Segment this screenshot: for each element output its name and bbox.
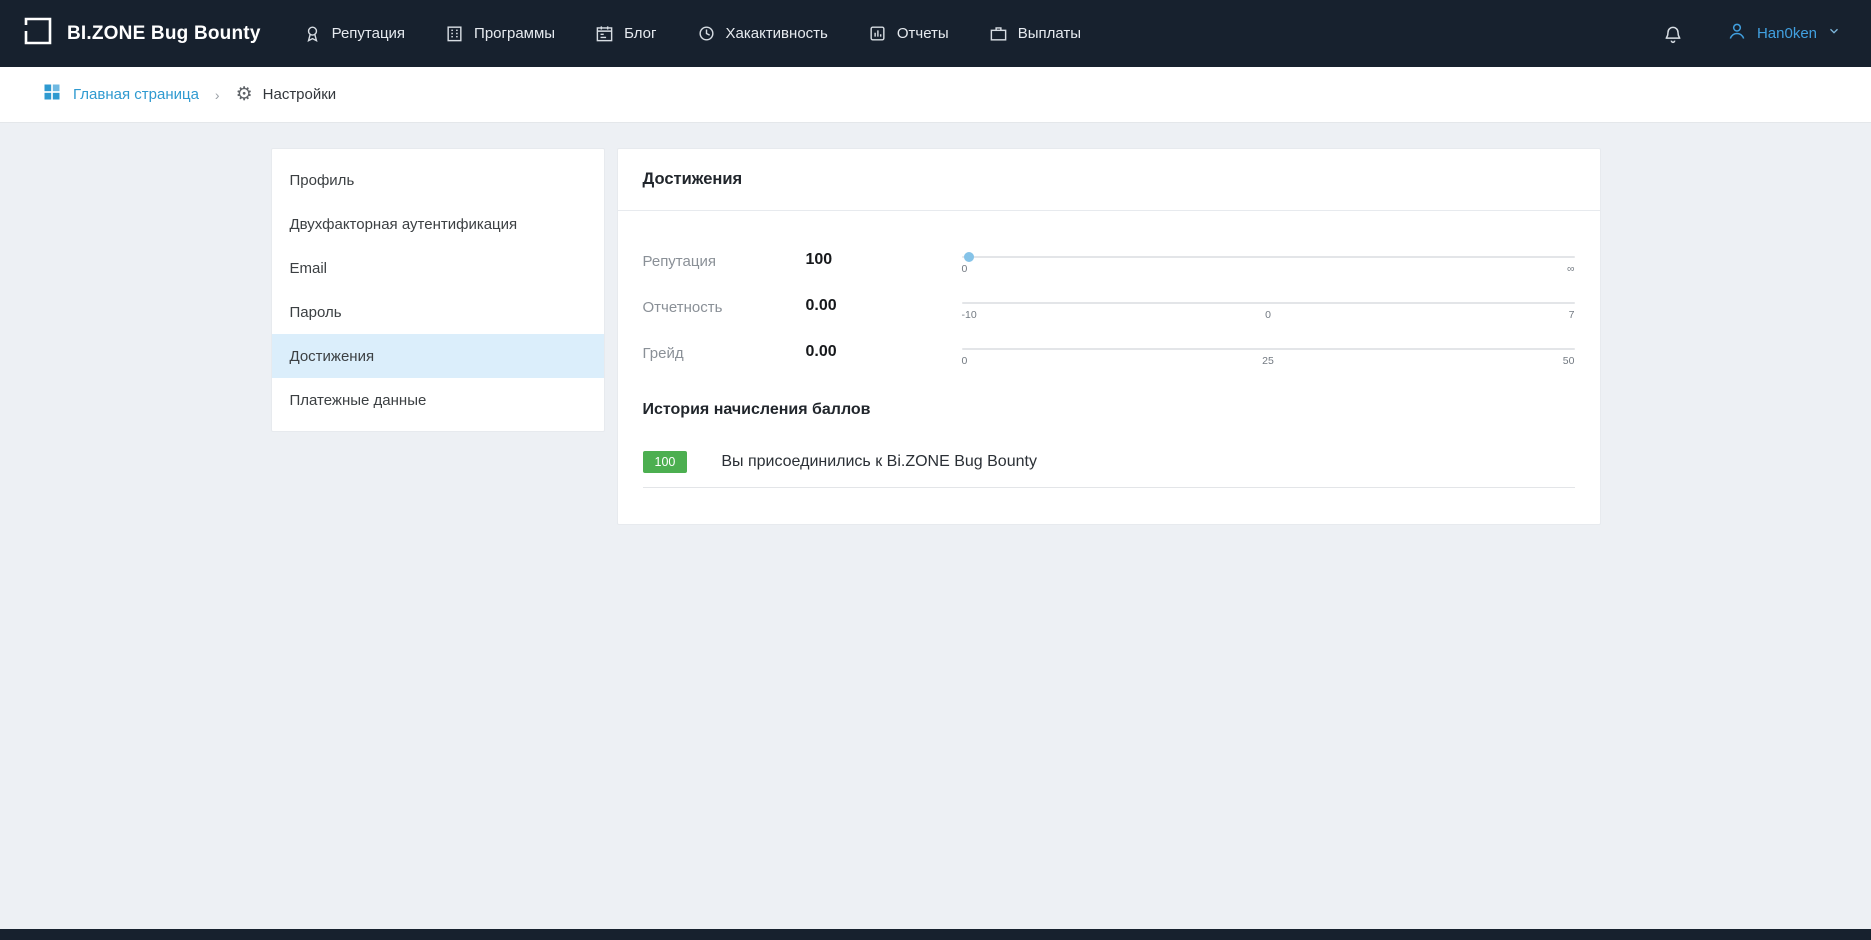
- navbar-right: Han0ken: [1663, 21, 1841, 46]
- metric-value: 0.00: [806, 297, 962, 315]
- sidebar-item-achievements[interactable]: Достижения: [272, 334, 604, 378]
- metric-label: Репутация: [643, 251, 806, 270]
- nav-item-blog[interactable]: Блог: [595, 24, 656, 43]
- sidebar-item-2fa[interactable]: Двухфакторная аутентификация: [272, 202, 604, 246]
- scale-min: 0: [962, 355, 1166, 367]
- reporting-slider: -10 0 7: [962, 297, 1575, 321]
- username: Han0ken: [1757, 25, 1817, 42]
- slider-scale: 0 25 50: [962, 355, 1575, 367]
- points-badge: 100: [643, 451, 688, 473]
- slider-track: [962, 256, 1575, 258]
- programs-icon: [445, 24, 464, 43]
- settings-sidebar: Профиль Двухфакторная аутентификация Ema…: [271, 148, 605, 432]
- metric-value: 100: [806, 251, 962, 269]
- metric-value: 0.00: [806, 343, 962, 361]
- reports-icon: [868, 24, 887, 43]
- breadcrumb-current: ⚙ Настройки: [236, 85, 337, 104]
- footer-strip: [0, 929, 1871, 940]
- chevron-down-icon: [1827, 24, 1841, 43]
- breadcrumb-current-label: Настройки: [263, 86, 337, 103]
- metric-row-reporting: Отчетность 0.00 -10 0 7: [643, 297, 1575, 321]
- metric-label: Отчетность: [643, 297, 806, 316]
- breadcrumb-home-label: Главная страница: [73, 86, 199, 103]
- history-row: 100 Вы присоединились к Bi.ZONE Bug Boun…: [643, 451, 1575, 488]
- reputation-icon: [303, 24, 322, 43]
- slider-handle: [964, 252, 974, 262]
- nav-label: Хакактивность: [726, 25, 828, 42]
- slider-track: [962, 348, 1575, 350]
- scale-min: 0: [962, 263, 1166, 275]
- sidebar-item-email[interactable]: Email: [272, 246, 604, 290]
- nav-label: Отчеты: [897, 25, 949, 42]
- nav-item-reports[interactable]: Отчеты: [868, 24, 949, 43]
- nav-item-activity[interactable]: Хакактивность: [697, 24, 828, 43]
- history-title: История начисления баллов: [643, 401, 1575, 419]
- breadcrumb-home-link[interactable]: Главная страница: [42, 82, 199, 107]
- slider-scale: 0 ∞: [962, 263, 1575, 275]
- sidebar-item-password[interactable]: Пароль: [272, 290, 604, 334]
- metric-row-reputation: Репутация 100 0 ∞: [643, 251, 1575, 275]
- sidebar-item-payment-data[interactable]: Платежные данные: [272, 378, 604, 422]
- scale-max: 7: [1370, 309, 1574, 321]
- brand[interactable]: BI.ZONE Bug Bounty: [22, 15, 261, 52]
- nav-label: Выплаты: [1018, 25, 1081, 42]
- achievements-panel: Достижения Репутация 100 0 ∞: [617, 148, 1601, 525]
- scale-max: ∞: [1370, 263, 1574, 275]
- home-grid-icon: [42, 82, 62, 107]
- nav-item-programs[interactable]: Программы: [445, 24, 555, 43]
- main-nav: Репутация Программы Блог: [303, 24, 1081, 43]
- scale-mid: [1166, 263, 1370, 275]
- scale-mid: 0: [1166, 309, 1370, 321]
- settings-content: Профиль Двухфакторная аутентификация Ema…: [271, 148, 1601, 525]
- metric-label: Грейд: [643, 343, 806, 362]
- slider-track: [962, 302, 1575, 304]
- history-text: Вы присоединились к Bi.ZONE Bug Bounty: [721, 453, 1037, 471]
- nav-label: Блог: [624, 25, 656, 42]
- brand-title: BI.ZONE Bug Bounty: [67, 23, 261, 45]
- nav-label: Репутация: [332, 25, 405, 42]
- scale-max: 50: [1370, 355, 1574, 367]
- scale-mid: 25: [1166, 355, 1370, 367]
- activity-icon: [697, 24, 716, 43]
- breadcrumb: Главная страница › ⚙ Настройки: [0, 67, 1871, 123]
- notifications-bell-icon[interactable]: [1663, 24, 1683, 44]
- panel-title: Достижения: [618, 149, 1600, 211]
- scale-min: -10: [962, 309, 1166, 321]
- top-navbar: BI.ZONE Bug Bounty Репутация Программы: [0, 0, 1871, 67]
- nav-item-reputation[interactable]: Репутация: [303, 24, 405, 43]
- nav-item-payouts[interactable]: Выплаты: [989, 24, 1081, 43]
- nav-label: Программы: [474, 25, 555, 42]
- grade-slider: 0 25 50: [962, 343, 1575, 367]
- breadcrumb-separator: ›: [215, 87, 220, 103]
- gear-icon: ⚙: [236, 85, 253, 104]
- user-icon: [1727, 21, 1747, 46]
- reputation-slider: 0 ∞: [962, 251, 1575, 275]
- metric-row-grade: Грейд 0.00 0 25 50: [643, 343, 1575, 367]
- user-menu[interactable]: Han0ken: [1727, 21, 1841, 46]
- bizone-logo-icon: [22, 15, 54, 52]
- payouts-icon: [989, 24, 1008, 43]
- panel-body: Репутация 100 0 ∞ Отчетность 0.00: [618, 211, 1600, 524]
- sidebar-item-profile[interactable]: Профиль: [272, 158, 604, 202]
- blog-icon: [595, 24, 614, 43]
- slider-scale: -10 0 7: [962, 309, 1575, 321]
